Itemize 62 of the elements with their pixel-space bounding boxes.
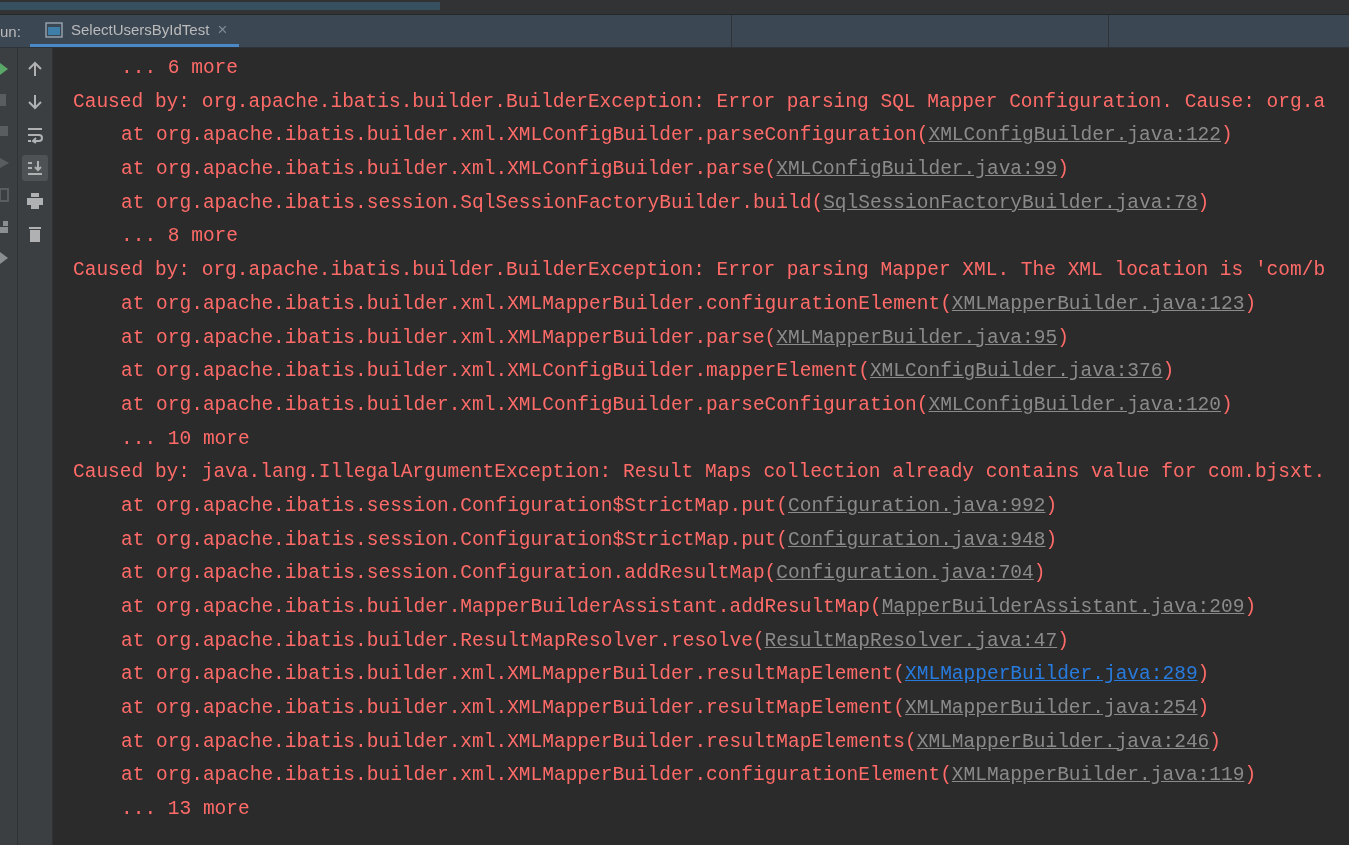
source-link[interactable]: XMLMapperBuilder.java:289 <box>905 663 1198 686</box>
stack-frame-text: at org.apache.ibatis.builder.xml.XMLConfigBuilder.mapperElement( <box>121 360 870 383</box>
paren-text: ) <box>1244 292 1257 315</box>
paren-text: ) <box>1221 124 1233 147</box>
tab-title: SelectUsersByIdTest <box>71 21 210 38</box>
exception-message: Caused by: org.apache.ibatis.builder.BuilderException: Error parsing SQL Mapper Configuration. Cause: org.a <box>73 89 1327 115</box>
paren-text: ) <box>1244 764 1257 787</box>
paren-text: ) <box>1209 730 1221 753</box>
stack-frame-text: at org.apache.ibatis.session.Configuration.addResultMap( <box>121 562 777 585</box>
exception-message: Caused by: java.lang.IllegalArgumentException: Result Maps collection already contains value for com.bjsxt. <box>73 460 1327 486</box>
scroll-to-end-icon[interactable] <box>22 155 48 181</box>
stack-frame-text: at org.apache.ibatis.builder.xml.XMLMapperBuilder.resultMapElement( <box>121 697 906 720</box>
paren-text: ) <box>1197 697 1210 720</box>
source-link[interactable]: XMLConfigBuilder.java:99 <box>776 158 1058 181</box>
omitted-frames-text: ... 8 more <box>120 224 240 250</box>
source-link[interactable]: XMLConfigBuilder.java:120 <box>928 393 1221 416</box>
paren-text: ) <box>1033 562 1046 585</box>
paren-text: ) <box>1045 494 1058 517</box>
paren-text: ) <box>1244 596 1257 618</box>
source-link[interactable]: XMLMapperBuilder.java:246 <box>916 730 1210 753</box>
paren-text: ) <box>1197 191 1210 214</box>
run-tab[interactable]: SelectUsersByIdTest × <box>30 15 240 47</box>
stack-frame-text: at org.apache.ibatis.session.Configuration$StrictMap.put( <box>121 528 788 551</box>
source-link[interactable]: XMLConfigBuilder.java:122 <box>928 124 1221 147</box>
paren-text: ) <box>1162 360 1175 383</box>
stack-frame-text: at org.apache.ibatis.builder.ResultMapResolver.resolve( <box>121 629 765 652</box>
stack-frame-text: at org.apache.ibatis.builder.xml.XMLMapperBuilder.resultMapElement( <box>121 663 906 686</box>
run-icon[interactable] <box>0 62 8 76</box>
stack-frame-text: at org.apache.ibatis.builder.xml.XMLMapperBuilder.configurationElement( <box>121 292 952 315</box>
source-link[interactable]: XMLMapperBuilder.java:254 <box>905 697 1198 720</box>
stack-frame-text: at org.apache.ibatis.builder.xml.XMLMapperBuilder.parse( <box>121 326 777 349</box>
source-link[interactable]: XMLConfigBuilder.java:376 <box>869 360 1163 383</box>
stack-frame-text: at org.apache.ibatis.builder.xml.XMLMapperBuilder.resultMapElements( <box>121 730 917 753</box>
run-label: un: <box>0 22 22 40</box>
source-link[interactable]: ResultMapResolver.java:47 <box>764 629 1058 652</box>
source-link[interactable]: MapperBuilderAssistant.java:209 <box>881 596 1245 618</box>
source-link[interactable]: XMLMapperBuilder.java:119 <box>951 764 1245 787</box>
window-icon <box>45 21 63 38</box>
omitted-frames-text: ... 6 more <box>120 56 240 81</box>
omitted-frames-text: ... 13 more <box>120 797 251 823</box>
source-link[interactable]: XMLMapperBuilder.java:95 <box>776 326 1058 349</box>
stack-frame-text: at org.apache.ibatis.builder.xml.XMLConfigBuilder.parse( <box>121 158 777 181</box>
stack-frame-text: at org.apache.ibatis.session.SqlSessionFactoryBuilder.build( <box>121 191 824 214</box>
source-link[interactable]: XMLMapperBuilder.java:123 <box>951 292 1245 315</box>
paren-text: ) <box>1057 629 1069 652</box>
source-link[interactable]: Configuration.java:948 <box>788 528 1046 551</box>
paren-text: ) <box>1057 158 1069 181</box>
stack-frame-text: at org.apache.ibatis.builder.xml.XMLConfigBuilder.parseConfiguration( <box>121 393 929 416</box>
paren-text: ) <box>1197 663 1210 686</box>
source-link[interactable]: Configuration.java:704 <box>776 562 1034 585</box>
source-link[interactable]: SqlSessionFactoryBuilder.java:78 <box>823 191 1198 214</box>
stack-frame-text: at org.apache.ibatis.session.Configuration$StrictMap.put( <box>121 494 788 517</box>
paren-text: ) <box>1057 326 1069 349</box>
omitted-frames-text: ... 10 more <box>120 426 251 452</box>
stack-frame-text: at org.apache.ibatis.builder.xml.XMLConfigBuilder.parseConfiguration( <box>121 124 929 147</box>
stack-frame-text: at org.apache.ibatis.builder.xml.XMLMapperBuilder.configurationElement( <box>121 764 952 787</box>
stack-frame-text: at org.apache.ibatis.builder.MapperBuilderAssistant.addResultMap( <box>121 596 882 618</box>
paren-text: ) <box>1045 528 1058 551</box>
source-link[interactable]: Configuration.java:992 <box>788 494 1046 517</box>
exception-message: Caused by: org.apache.ibatis.builder.BuilderException: Error parsing Mapper XML. The XML location is 'com/b <box>73 258 1327 284</box>
close-icon[interactable]: × <box>217 19 228 40</box>
paren-text: ) <box>1221 393 1233 416</box>
